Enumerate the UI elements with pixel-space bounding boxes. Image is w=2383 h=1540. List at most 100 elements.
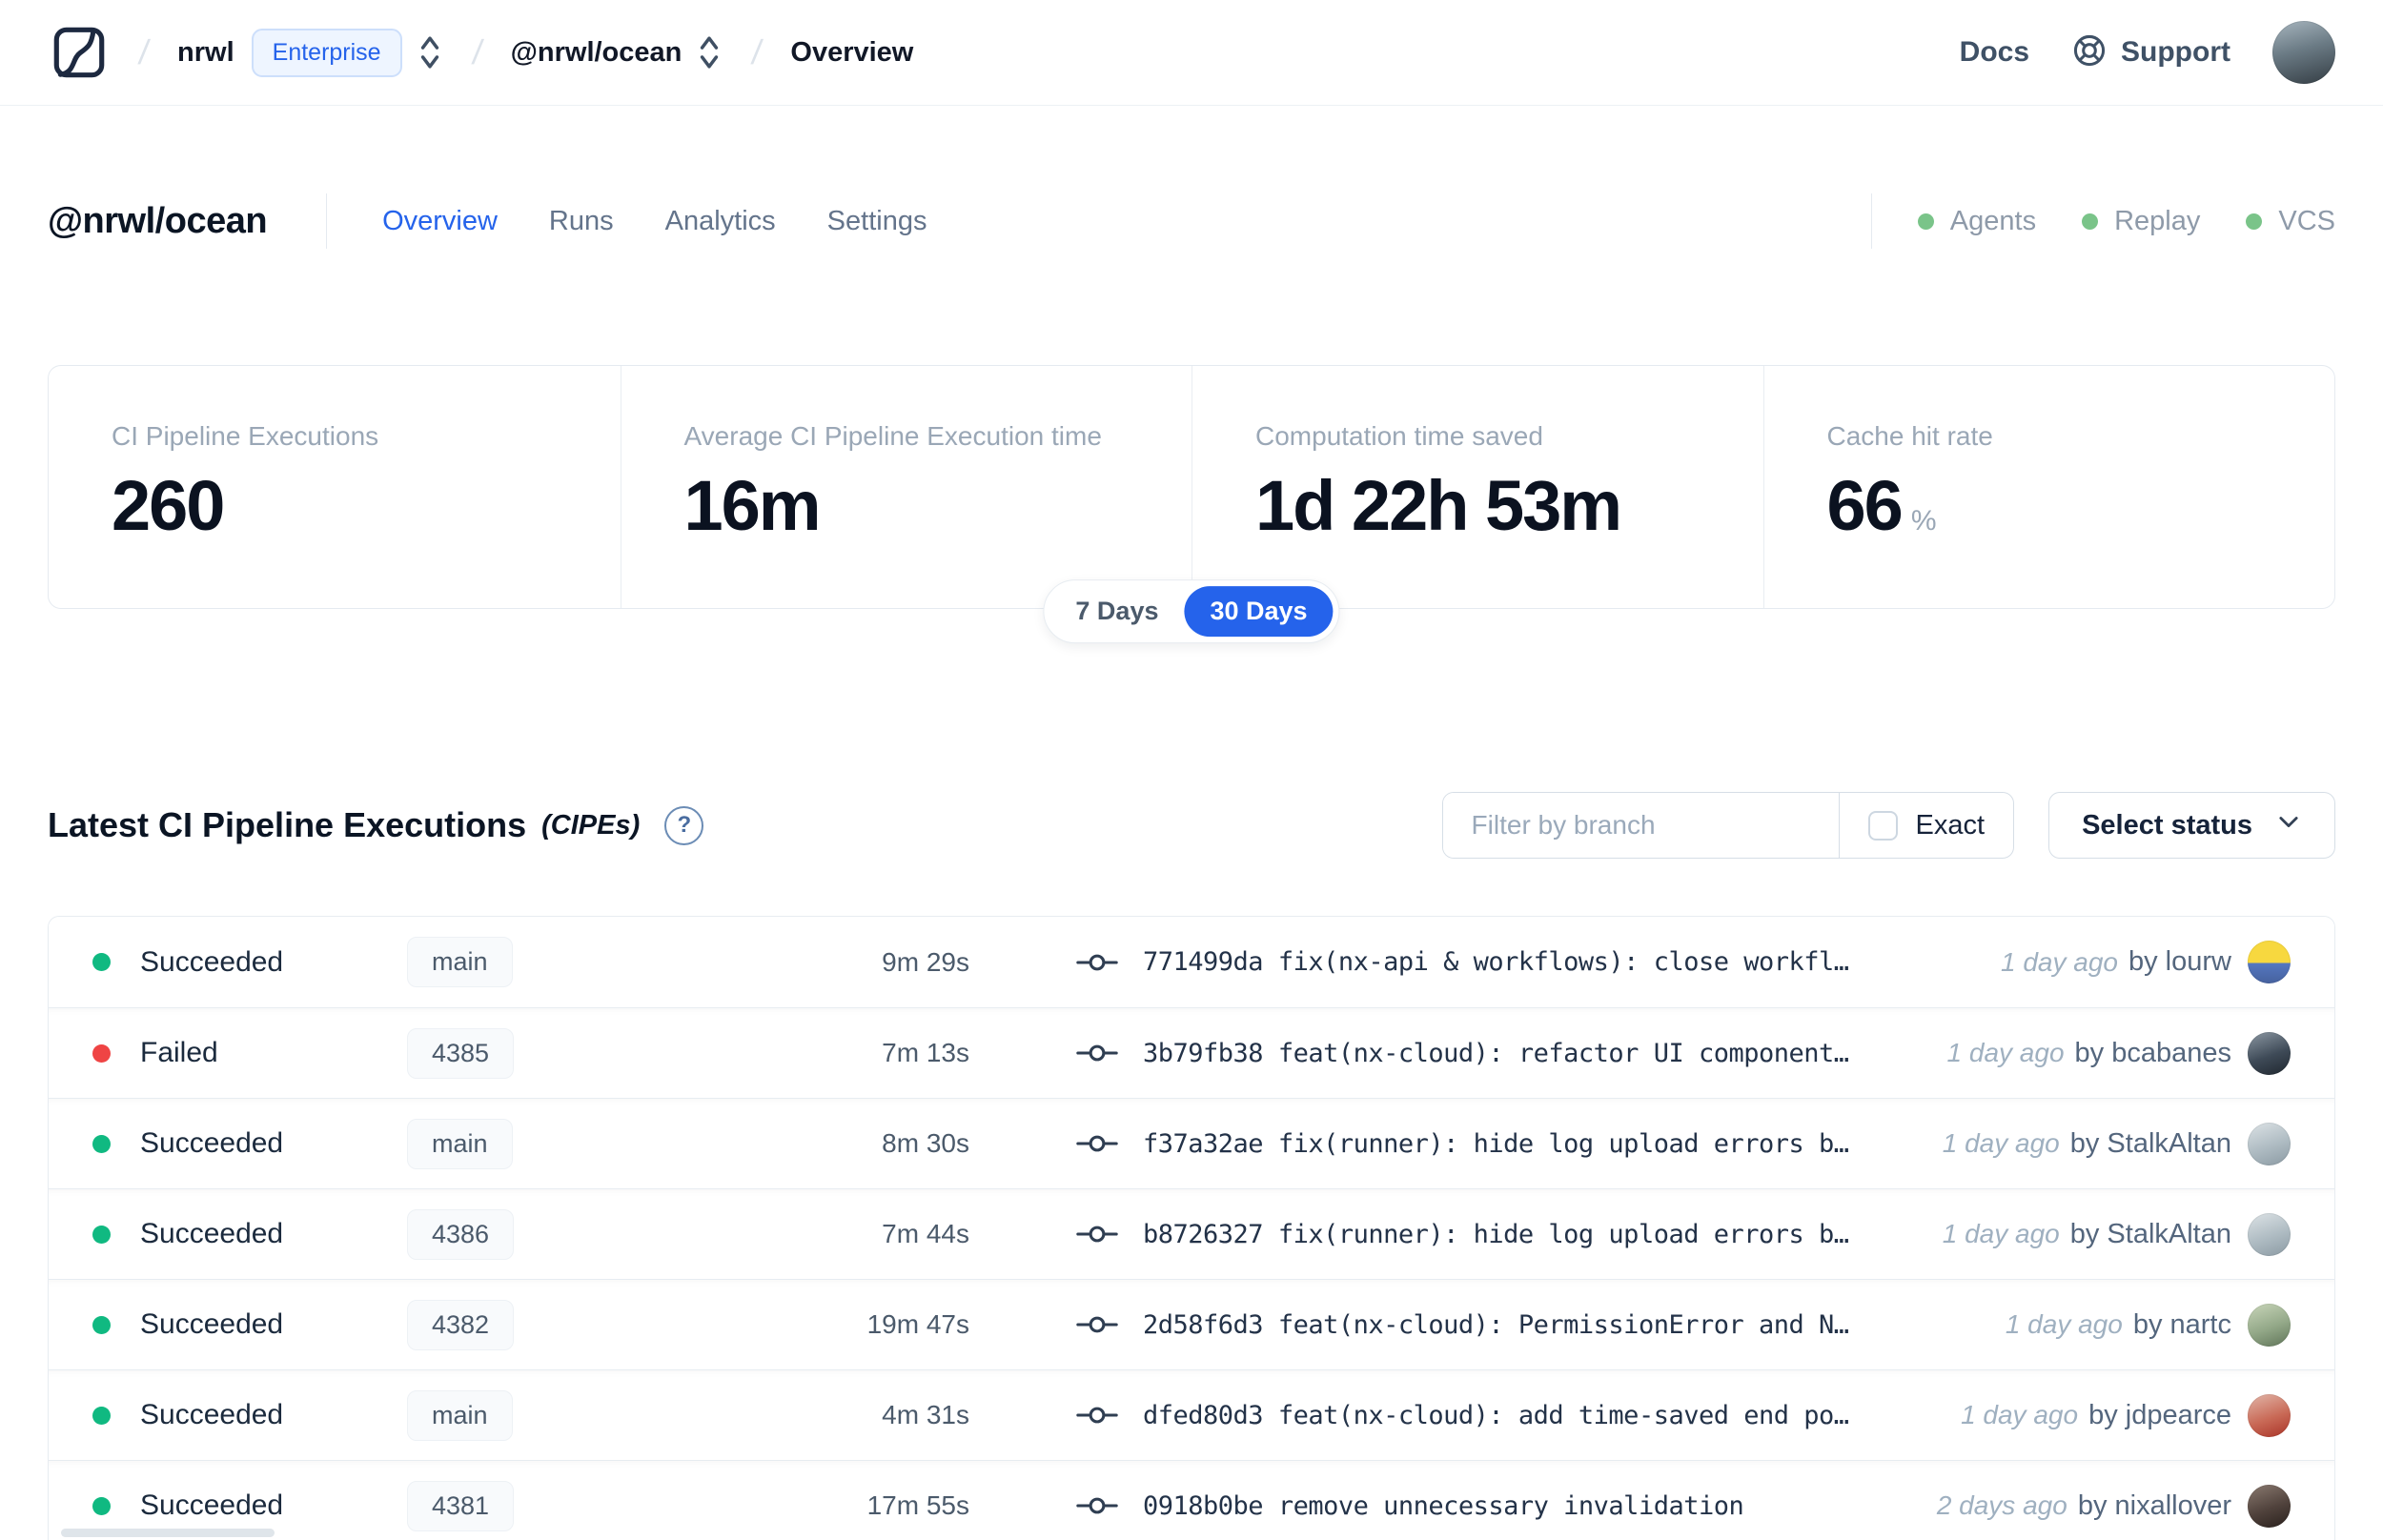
- commit-cell: 3b79fb38 feat(nx-cloud): refactor UI com…: [1076, 1039, 1947, 1068]
- exact-checkbox[interactable]: [1867, 810, 1898, 841]
- time-ago: 1 day ago: [2005, 1309, 2123, 1339]
- life-buoy-icon: [2071, 32, 2108, 73]
- status-dot: [2246, 213, 2263, 230]
- horizontal-scrollbar-thumb[interactable]: [61, 1529, 275, 1537]
- commit-cell: b8726327 fix(runner): hide log upload er…: [1076, 1220, 1943, 1249]
- status-cell: Succeeded: [92, 1127, 407, 1160]
- author-avatar[interactable]: [2248, 1484, 2291, 1528]
- author-avatar[interactable]: [2248, 1303, 2291, 1347]
- commit-hash: 2d58f6d3: [1143, 1309, 1264, 1340]
- status-select-dropdown[interactable]: Select status: [2048, 792, 2335, 859]
- author-avatar[interactable]: [2248, 941, 2291, 983]
- commit-text[interactable]: 3b79fb38 feat(nx-cloud): refactor UI com…: [1143, 1039, 1849, 1068]
- service-vcs[interactable]: VCS: [2246, 206, 2335, 237]
- commit-cell: 771499da fix(nx-api & workflows): close …: [1076, 947, 2001, 977]
- breadcrumb-separator: /: [136, 32, 152, 71]
- git-commit-icon: [1076, 1222, 1118, 1246]
- branch-badge[interactable]: main: [407, 1389, 513, 1441]
- stats-cards: CI Pipeline Executions 260 Average CI Pi…: [48, 365, 2335, 609]
- commit-hash: b8726327: [1143, 1219, 1264, 1249]
- commit-hash: f37a32ae: [1143, 1128, 1264, 1159]
- branch-badge[interactable]: 4385: [407, 1027, 515, 1079]
- stat-value: 66%: [1826, 466, 1937, 545]
- top-nav-bar: / nrwl Enterprise / @nrwl/ocean / Overvi…: [0, 0, 2383, 106]
- meta-cell: 1 day ago by lourw: [2001, 941, 2291, 983]
- docs-link[interactable]: Docs: [1960, 36, 2029, 69]
- divider: [326, 193, 328, 249]
- branch-badge[interactable]: 4386: [407, 1208, 515, 1260]
- table-row[interactable]: Succeeded main 8m 30s f37a32ae fix(runne…: [49, 1098, 2334, 1188]
- author: by lourw: [2128, 946, 2231, 977]
- git-commit-icon: [1076, 1131, 1118, 1156]
- status-cell: Succeeded: [92, 1308, 407, 1341]
- git-commit-icon: [1076, 950, 1118, 975]
- stat-computation-time-saved: Computation time saved 1d 22h 53m: [1192, 366, 1763, 608]
- commit-text[interactable]: f37a32ae fix(runner): hide log upload er…: [1143, 1129, 1849, 1159]
- commit-text[interactable]: 771499da fix(nx-api & workflows): close …: [1143, 947, 1849, 977]
- time-ago: 1 day ago: [2001, 946, 2118, 977]
- branch-badge[interactable]: 4381: [407, 1480, 515, 1531]
- status-label: Succeeded: [140, 1127, 284, 1159]
- table-row[interactable]: Succeeded main 9m 29s 771499da fix(nx-ap…: [49, 917, 2334, 1007]
- status-label: Succeeded: [140, 1399, 284, 1430]
- tab-settings[interactable]: Settings: [827, 206, 927, 237]
- status-dot: [92, 1406, 111, 1425]
- branch-filter-input[interactable]: [1442, 793, 1839, 858]
- table-row[interactable]: Succeeded main 4m 31s dfed80d3 feat(nx-c…: [49, 1369, 2334, 1460]
- table-row[interactable]: Failed 4385 7m 13s 3b79fb38 feat(nx-clou…: [49, 1007, 2334, 1098]
- commit-message: feat(nx-cloud): PermissionError and N…: [1277, 1309, 1849, 1340]
- date-range-toggle: 7 Days 30 Days: [1043, 579, 1340, 644]
- duration-cell: 8m 30s: [882, 1128, 969, 1158]
- commit-text[interactable]: b8726327 fix(runner): hide log upload er…: [1143, 1220, 1849, 1249]
- status-dot: [92, 1225, 111, 1244]
- author-avatar[interactable]: [2248, 1393, 2291, 1437]
- section-subtitle: (CIPEs): [541, 809, 641, 841]
- status-cell: Succeeded: [92, 1489, 407, 1522]
- breadcrumb-org[interactable]: nrwl: [177, 37, 234, 69]
- branch-badge[interactable]: main: [407, 937, 513, 987]
- status-cell: Failed: [92, 1037, 407, 1069]
- author: by StalkAltan: [2069, 1127, 2231, 1159]
- nx-cloud-logo-icon[interactable]: [48, 21, 111, 84]
- meta-cell: 1 day ago by jdpearce: [1961, 1393, 2291, 1437]
- range-30-days-button[interactable]: 30 Days: [1184, 586, 1334, 638]
- branch-cell: 4386: [407, 1208, 641, 1260]
- help-icon[interactable]: ?: [664, 805, 704, 845]
- tab-analytics[interactable]: Analytics: [665, 206, 776, 237]
- status-dot: [1917, 213, 1934, 230]
- status-cell: Succeeded: [92, 1218, 407, 1250]
- table-row[interactable]: Succeeded 4381 17m 55s 0918b0be remove u…: [49, 1460, 2334, 1540]
- workspace-switcher-chevron-up-down-icon[interactable]: [695, 32, 723, 72]
- stat-average-execution-time: Average CI Pipeline Execution time 16m: [620, 366, 1192, 608]
- commit-text[interactable]: 0918b0be remove unnecessary invalidation: [1143, 1491, 1743, 1521]
- commit-hash: 0918b0be: [1143, 1490, 1264, 1521]
- author-avatar[interactable]: [2248, 1122, 2291, 1165]
- branch-badge[interactable]: main: [407, 1118, 513, 1169]
- commit-message: feat(nx-cloud): refactor UI component…: [1277, 1038, 1849, 1068]
- tab-runs[interactable]: Runs: [549, 206, 614, 237]
- meta-cell: 1 day ago by StalkAltan: [1943, 1212, 2291, 1256]
- stat-value: 16m: [683, 466, 822, 545]
- stat-label: Computation time saved: [1255, 421, 1543, 451]
- commit-text[interactable]: 2d58f6d3 feat(nx-cloud): PermissionError…: [1143, 1310, 1849, 1340]
- status-cell: Succeeded: [92, 946, 407, 979]
- duration-cell: 7m 13s: [882, 1038, 969, 1067]
- exact-match-toggle[interactable]: Exact: [1838, 793, 2014, 858]
- support-link[interactable]: Support: [2071, 32, 2230, 73]
- table-row[interactable]: Succeeded 4386 7m 44s b8726327 fix(runne…: [49, 1188, 2334, 1279]
- service-replay[interactable]: Replay: [2082, 206, 2200, 237]
- branch-badge[interactable]: 4382: [407, 1299, 515, 1350]
- org-switcher-chevron-up-down-icon[interactable]: [416, 32, 444, 72]
- author-avatar[interactable]: [2248, 1212, 2291, 1256]
- service-agents[interactable]: Agents: [1917, 206, 2036, 237]
- tab-overview[interactable]: Overview: [382, 206, 498, 237]
- status-label: Succeeded: [140, 1489, 284, 1521]
- table-row[interactable]: Succeeded 4382 19m 47s 2d58f6d3 feat(nx-…: [49, 1279, 2334, 1369]
- breadcrumb-workspace[interactable]: @nrwl/ocean: [511, 37, 682, 69]
- status-dot: [92, 1496, 111, 1515]
- commit-text[interactable]: dfed80d3 feat(nx-cloud): add time-saved …: [1143, 1401, 1849, 1430]
- commit-cell: f37a32ae fix(runner): hide log upload er…: [1076, 1129, 1943, 1159]
- range-7-days-button[interactable]: 7 Days: [1049, 586, 1184, 637]
- user-avatar[interactable]: [2272, 21, 2335, 84]
- author-avatar[interactable]: [2248, 1031, 2291, 1075]
